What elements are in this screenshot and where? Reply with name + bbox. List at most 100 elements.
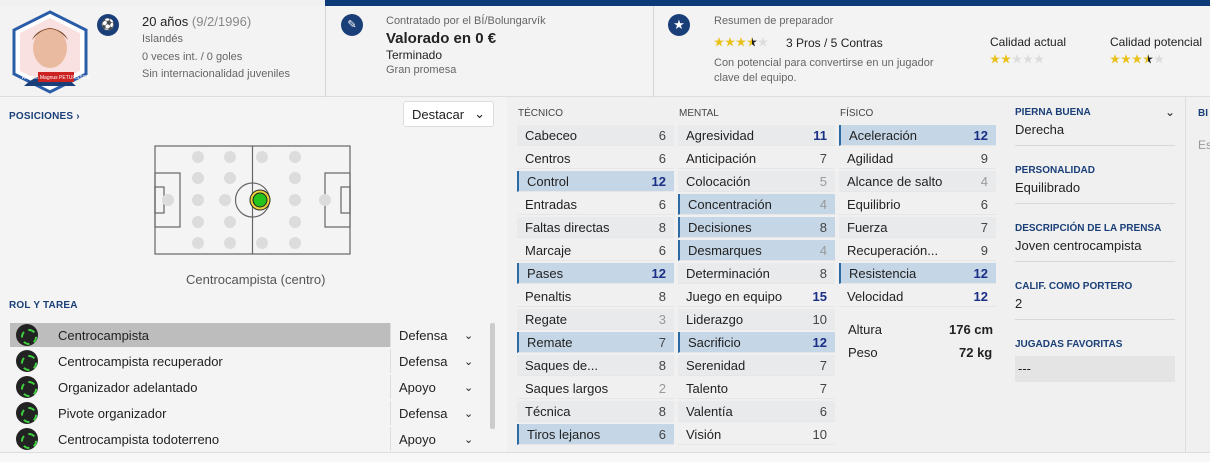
attr-row-mental[interactable]: Agresividad 11 <box>678 125 835 146</box>
attr-row-tecnico[interactable]: Penaltis 8 <box>517 286 674 307</box>
attr-row-tecnico[interactable]: Faltas directas 8 <box>517 217 674 238</box>
attr-value: 4 <box>819 242 827 258</box>
attr-name: Alcance de salto <box>847 173 943 189</box>
attr-row-mental[interactable]: Visión 10 <box>678 424 835 445</box>
attr-row-mental[interactable]: Concentración 4 <box>678 194 835 215</box>
role-name: Organizador adelantado <box>58 379 198 395</box>
attr-row-tecnico[interactable]: Tiros lejanos 6 <box>517 424 674 445</box>
role-name: Centrocampista todoterreno <box>58 431 220 447</box>
attr-row-tecnico[interactable]: Cabeceo 6 <box>517 125 674 146</box>
attr-row-mental[interactable]: Determinación 8 <box>678 263 835 284</box>
pitch-diagram <box>154 145 351 255</box>
chevron-down-icon[interactable]: ⌄ <box>464 407 473 420</box>
highlight-dropdown[interactable]: Destacar ⌄ <box>403 101 494 127</box>
role-duty-select[interactable]: Apoyo <box>399 432 436 447</box>
attr-row-tecnico[interactable]: Marcaje 6 <box>517 240 674 261</box>
chevron-down-icon[interactable]: ⌄ <box>464 355 473 368</box>
attr-value: 11 <box>813 127 827 143</box>
foot-label: PIERNA BUENA <box>1015 107 1091 118</box>
press-value: Joven centrocampista <box>1015 238 1142 253</box>
attr-row-fisico[interactable]: Agilidad 9 <box>839 148 996 169</box>
attr-row-mental[interactable]: Talento 7 <box>678 378 835 399</box>
attr-row-tecnico[interactable]: Técnica 8 <box>517 401 674 422</box>
club-badge-icon: ⚽ <box>97 14 119 36</box>
attr-value: 7 <box>819 380 827 396</box>
attr-row-tecnico[interactable]: Regate 3 <box>517 309 674 330</box>
attr-row-mental[interactable]: Serenidad 7 <box>678 355 835 376</box>
roles-scrollbar[interactable] <box>490 323 495 429</box>
mental-header: MENTAL <box>679 108 719 119</box>
attr-row-fisico[interactable]: Resistencia 12 <box>839 263 996 284</box>
chevron-down-icon[interactable]: ⌄ <box>464 433 473 446</box>
attr-row-tecnico[interactable]: Control 12 <box>517 171 674 192</box>
attr-row-fisico[interactable]: Alcance de salto 4 <box>839 171 996 192</box>
attr-row-tecnico[interactable]: Remate 7 <box>517 332 674 353</box>
report-stars-icon <box>714 36 774 51</box>
attr-name: Velocidad <box>847 288 904 304</box>
star-icon <box>736 37 746 47</box>
role-icon <box>16 324 38 346</box>
coach-report-label: Resumen de preparador <box>714 15 834 27</box>
role-duty-select[interactable]: Apoyo <box>399 380 436 395</box>
role-row[interactable]: Centrocampista Defensa ⌄ <box>10 323 480 347</box>
attr-row-mental[interactable]: Desmarques 4 <box>678 240 835 261</box>
attr-row-tecnico[interactable]: Saques de... 8 <box>517 355 674 376</box>
role-duty-select[interactable]: Defensa <box>399 354 447 369</box>
pros-cons-text: 3 Pros / 5 Contras <box>786 36 883 50</box>
nationality-text: Islandés <box>142 33 183 45</box>
potential-ability-label: Calidad potencial <box>1110 35 1203 49</box>
contract-label: Contratado por el BÍ/Bolungarvík <box>386 15 546 27</box>
height-label: Altura <box>848 322 882 337</box>
attr-name: Serenidad <box>686 357 746 373</box>
attr-row-mental[interactable]: Colocación 5 <box>678 171 835 192</box>
attr-row-mental[interactable]: Liderazgo 10 <box>678 309 835 330</box>
attributes-panel: TÉCNICO MENTAL FÍSICO Cabeceo 6 Centros 6 Co… <box>507 97 1005 452</box>
role-duty-select[interactable]: Defensa <box>399 328 447 343</box>
attr-name: Saques largos <box>525 380 609 396</box>
attr-value: 6 <box>658 196 666 212</box>
attr-row-tecnico[interactable]: Entradas 6 <box>517 194 674 215</box>
attr-name: Control <box>527 173 569 189</box>
attr-value: 8 <box>819 219 827 235</box>
attr-row-mental[interactable]: Valentía 6 <box>678 401 835 422</box>
attr-row-fisico[interactable]: Equilibrio 6 <box>839 194 996 215</box>
star-icon <box>1012 54 1022 64</box>
attr-row-tecnico[interactable]: Saques largos 2 <box>517 378 674 399</box>
attr-value: 2 <box>658 380 666 396</box>
far-label: BI <box>1198 108 1208 119</box>
role-duty-select[interactable]: Defensa <box>399 406 447 421</box>
attr-name: Remate <box>527 334 573 350</box>
attr-name: Valentía <box>686 403 733 419</box>
role-icon <box>16 428 38 450</box>
attr-row-mental[interactable]: Sacrificio 12 <box>678 332 835 353</box>
attr-row-fisico[interactable]: Recuperación... 9 <box>839 240 996 261</box>
player-age: 20 años (9/2/1996) <box>142 14 251 29</box>
chevron-down-icon[interactable]: ⌄ <box>464 381 473 394</box>
position-name: Centrocampista (centro) <box>186 272 326 287</box>
attr-row-mental[interactable]: Decisiones 8 <box>678 217 835 238</box>
chevron-down-icon[interactable]: ⌄ <box>464 329 473 342</box>
attr-value: 4 <box>980 173 988 189</box>
positions-title[interactable]: POSICIONES › <box>9 111 80 122</box>
role-row[interactable]: Centrocampista recuperador Defensa ⌄ <box>10 349 480 373</box>
star-icon <box>747 37 757 47</box>
attr-row-mental[interactable]: Anticipación 7 <box>678 148 835 169</box>
attr-row-mental[interactable]: Juego en equipo 15 <box>678 286 835 307</box>
attr-name: Tiros lejanos <box>527 426 601 442</box>
attr-row-fisico[interactable]: Aceleración 12 <box>839 125 996 146</box>
attr-row-fisico[interactable]: Velocidad 12 <box>839 286 996 307</box>
roles-title: ROL Y TAREA <box>9 300 78 311</box>
attr-row-tecnico[interactable]: Centros 6 <box>517 148 674 169</box>
attr-value: 6 <box>658 150 666 166</box>
attr-row-tecnico[interactable]: Pases 12 <box>517 263 674 284</box>
role-row[interactable]: Pivote organizador Defensa ⌄ <box>10 401 480 425</box>
star-icon <box>1154 54 1164 64</box>
role-row[interactable]: Organizador adelantado Apoyo ⌄ <box>10 375 480 399</box>
attr-value: 12 <box>973 127 988 143</box>
attr-value: 7 <box>819 150 827 166</box>
chevron-down-icon[interactable]: ⌄ <box>1165 105 1175 119</box>
attr-value: 7 <box>819 357 827 373</box>
caps-text: 0 veces int. / 0 goles <box>142 51 243 63</box>
attr-row-fisico[interactable]: Fuerza 7 <box>839 217 996 238</box>
role-row[interactable]: Centrocampista todoterreno Apoyo ⌄ <box>10 427 480 451</box>
